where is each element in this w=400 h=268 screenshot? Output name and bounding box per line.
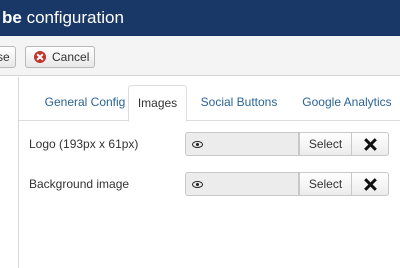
background-path-input[interactable] bbox=[209, 172, 299, 196]
background-field-row: Background image Select bbox=[19, 172, 400, 198]
title-bar: be configuration bbox=[0, 0, 400, 36]
cancel-button[interactable]: Cancel bbox=[25, 46, 95, 68]
logo-field-label: Logo (193px x 61px) bbox=[29, 137, 139, 151]
background-field-label: Background image bbox=[29, 177, 130, 191]
close-icon bbox=[364, 178, 377, 191]
eye-icon bbox=[192, 141, 203, 148]
background-preview-button[interactable] bbox=[185, 172, 210, 196]
logo-preview-button[interactable] bbox=[185, 132, 210, 156]
save-close-label: se bbox=[0, 50, 10, 64]
tab-google-analytics[interactable]: Google Analytics bbox=[295, 85, 399, 121]
save-close-button[interactable]: se bbox=[0, 46, 16, 68]
toolbar: se Cancel bbox=[0, 36, 400, 76]
tab-bar: General Config Images Social Buttons Goo… bbox=[19, 85, 400, 122]
logo-clear-button[interactable] bbox=[351, 132, 389, 156]
close-icon bbox=[364, 138, 377, 151]
background-select-button[interactable]: Select bbox=[299, 172, 352, 196]
eye-icon bbox=[192, 181, 203, 188]
page-title-bold: be bbox=[2, 8, 22, 27]
config-panel: General Config Images Social Buttons Goo… bbox=[18, 77, 400, 268]
page-title: be configuration bbox=[2, 7, 124, 29]
logo-field-row: Logo (193px x 61px) Select bbox=[19, 132, 400, 158]
tab-social-buttons[interactable]: Social Buttons bbox=[196, 85, 282, 121]
cancel-icon bbox=[34, 51, 46, 63]
background-clear-button[interactable] bbox=[351, 172, 389, 196]
logo-select-button[interactable]: Select bbox=[299, 132, 352, 156]
tab-general-config[interactable]: General Config bbox=[33, 85, 137, 121]
tab-images[interactable]: Images bbox=[128, 85, 187, 122]
page-title-rest: configuration bbox=[21, 8, 124, 27]
cancel-label: Cancel bbox=[52, 50, 90, 64]
logo-path-input[interactable] bbox=[209, 132, 299, 156]
